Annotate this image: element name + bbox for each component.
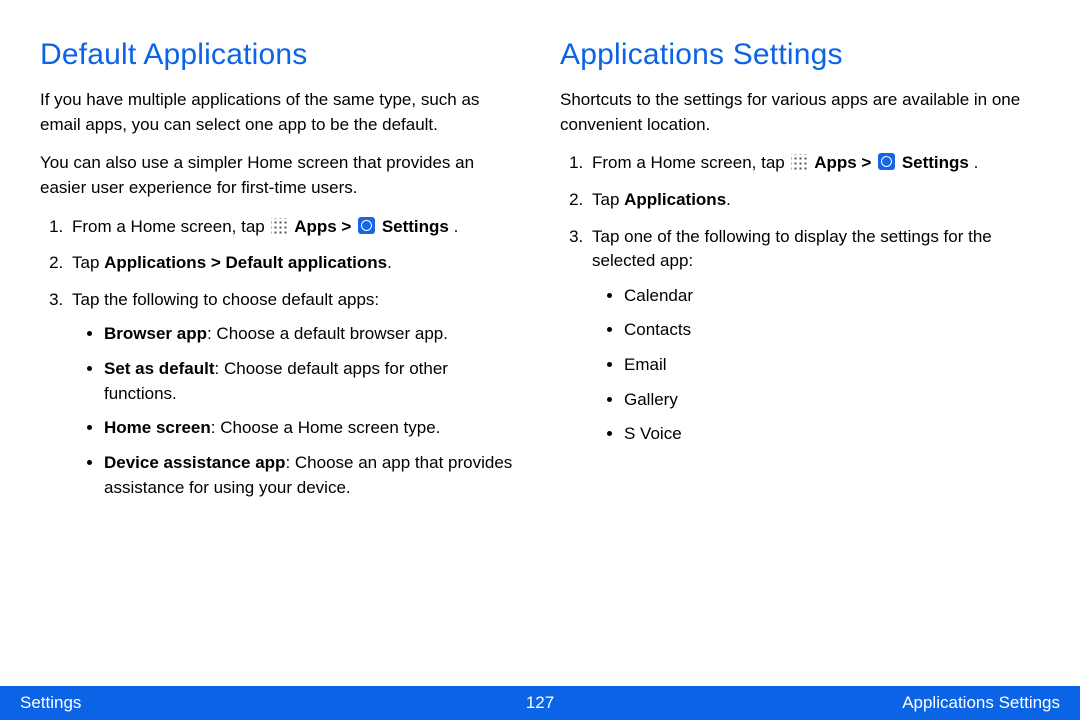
- text-fragment: Tap: [592, 190, 624, 209]
- bullet-bold: Device assistance app: [104, 453, 285, 472]
- step-right-3: Tap one of the following to display the …: [588, 225, 1040, 447]
- settings-gear-icon: [358, 217, 375, 234]
- text-fragment: Tap: [72, 253, 104, 272]
- label-applications-default: Applications > Default applications: [104, 253, 387, 272]
- bullet-bold: Home screen: [104, 418, 211, 437]
- bullets-right: Calendar Contacts Email Gallery S Voice: [592, 284, 1040, 447]
- bullet-svoice: S Voice: [624, 422, 1040, 447]
- page-body: Default Applications If you have multipl…: [0, 0, 1080, 686]
- text-fragment: Tap the following to choose default apps…: [72, 290, 379, 309]
- col-applications-settings: Applications Settings Shortcuts to the s…: [560, 38, 1040, 666]
- step-left-2: Tap Applications > Default applications.: [68, 251, 520, 276]
- footer-left: Settings: [20, 693, 367, 713]
- bullet-rest: : Choose a Home screen type.: [211, 418, 441, 437]
- para-right-1: Shortcuts to the settings for various ap…: [560, 88, 1040, 137]
- text-fragment: .: [726, 190, 731, 209]
- text-fragment: .: [969, 153, 978, 172]
- bullet-email: Email: [624, 353, 1040, 378]
- bullet-home-screen: Home screen: Choose a Home screen type.: [104, 416, 520, 441]
- step-left-3: Tap the following to choose default apps…: [68, 288, 520, 500]
- bullet-bold: Browser app: [104, 324, 207, 343]
- label-settings: Settings: [902, 153, 969, 172]
- bullets-left: Browser app: Choose a default browser ap…: [72, 322, 520, 500]
- settings-gear-icon: [878, 153, 895, 170]
- label-apps: Apps >: [814, 153, 876, 172]
- footer-page-number: 127: [367, 693, 714, 713]
- text-fragment: .: [387, 253, 392, 272]
- text-fragment: From a Home screen, tap: [72, 217, 269, 236]
- col-default-applications: Default Applications If you have multipl…: [40, 38, 520, 666]
- steps-left: From a Home screen, tap Apps > Settings …: [40, 215, 520, 501]
- para-left-2: You can also use a simpler Home screen t…: [40, 151, 520, 200]
- label-settings: Settings: [382, 217, 449, 236]
- text-fragment: .: [449, 217, 458, 236]
- bullet-rest: : Choose a default browser app.: [207, 324, 448, 343]
- bullet-bold: Set as default: [104, 359, 215, 378]
- heading-applications-settings: Applications Settings: [560, 38, 1040, 72]
- label-applications: Applications: [624, 190, 726, 209]
- bullet-device-assistance: Device assistance app: Choose an app tha…: [104, 451, 520, 500]
- apps-grid-icon: [791, 154, 807, 170]
- step-right-1: From a Home screen, tap Apps > Settings …: [588, 151, 1040, 176]
- apps-grid-icon: [271, 218, 287, 234]
- bullet-browser-app: Browser app: Choose a default browser ap…: [104, 322, 520, 347]
- bullet-contacts: Contacts: [624, 318, 1040, 343]
- bullet-set-as-default: Set as default: Choose default apps for …: [104, 357, 520, 406]
- heading-default-applications: Default Applications: [40, 38, 520, 72]
- text-fragment: Tap one of the following to display the …: [592, 227, 992, 271]
- label-apps: Apps >: [294, 217, 356, 236]
- footer-right: Applications Settings: [713, 693, 1060, 713]
- steps-right: From a Home screen, tap Apps > Settings …: [560, 151, 1040, 447]
- step-right-2: Tap Applications.: [588, 188, 1040, 213]
- text-fragment: From a Home screen, tap: [592, 153, 789, 172]
- bullet-calendar: Calendar: [624, 284, 1040, 309]
- para-left-1: If you have multiple applications of the…: [40, 88, 520, 137]
- bullet-gallery: Gallery: [624, 388, 1040, 413]
- page-footer: Settings 127 Applications Settings: [0, 686, 1080, 720]
- step-left-1: From a Home screen, tap Apps > Settings …: [68, 215, 520, 240]
